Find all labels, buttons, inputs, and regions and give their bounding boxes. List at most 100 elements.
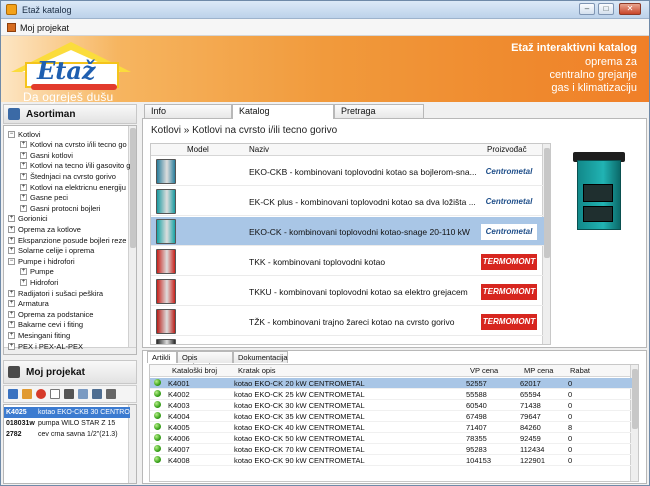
tab-katalog[interactable]: Katalog: [232, 104, 334, 119]
expand-icon[interactable]: +: [8, 225, 15, 233]
tree-item[interactable]: + Hidrofori: [20, 277, 58, 287]
tree-item-label: Mesingani fiting: [18, 330, 71, 340]
tree-item[interactable]: + Ekspanzione posude bojleri reze: [8, 235, 126, 245]
banner-heading: Etaž interaktivni katalog: [511, 42, 637, 54]
product-row[interactable]: EK-CK plus - kombinovani toplovodni kota…: [151, 187, 544, 216]
tree-item[interactable]: + Gasne peci: [20, 193, 68, 203]
expand-icon[interactable]: +: [20, 141, 27, 149]
expand-icon[interactable]: +: [20, 162, 27, 170]
tree-item[interactable]: + Oprema za podstanice: [8, 309, 93, 319]
expand-icon[interactable]: +: [20, 268, 27, 276]
expand-icon[interactable]: +: [8, 300, 15, 308]
tree-item[interactable]: + Štednjaci na cvrsto gorivo: [20, 171, 116, 181]
collapse-icon[interactable]: −: [8, 257, 15, 265]
tree-item[interactable]: + Kotlovi na cvrsto i/ili tecno go: [20, 140, 127, 150]
report-icon[interactable]: [92, 389, 102, 399]
tree-item[interactable]: + Solarne celije i oprema: [8, 246, 94, 256]
tree-item[interactable]: + PEX i PEX-AL-PEX: [8, 341, 83, 351]
article-row[interactable]: K4008 kotao EKO-CK 90 kW CENTROMETAL 10415…: [150, 455, 632, 466]
expand-icon[interactable]: +: [8, 342, 15, 350]
product-row[interactable]: SOLIDA - kombinovani liveni kotaosime: [151, 337, 544, 344]
expand-icon[interactable]: +: [8, 215, 15, 223]
col-rabat[interactable]: Rabat: [570, 366, 590, 375]
col-vp-cena[interactable]: VP cena: [470, 366, 498, 375]
product-row[interactable]: EKO-CK - kombinovani toplovodni kotao-sn…: [151, 217, 544, 246]
save-icon[interactable]: [64, 389, 74, 399]
copy-icon[interactable]: [50, 389, 60, 399]
tree-item[interactable]: + Kotlovi na elektricnu energiju: [20, 182, 126, 192]
close-button[interactable]: ✕: [619, 3, 641, 15]
tree-item[interactable]: + Pumpe: [20, 267, 54, 277]
project-row[interactable]: 2782 cev crna savna 1/2"(21.3): [4, 429, 130, 440]
article-row[interactable]: K4005 kotao EKO-CK 40 kW CENTROMETAL 71407…: [150, 422, 632, 433]
tree-item[interactable]: − Pumpe i hidrofori: [8, 256, 75, 266]
menu-moj-projekat[interactable]: Moj projekat: [7, 21, 69, 34]
product-row[interactable]: EKO-CKB - kombinovani toplovodni kotao s…: [151, 157, 544, 186]
expand-icon[interactable]: +: [20, 172, 27, 180]
product-row[interactable]: TŽK - kombinovani trajno žareci kotao na…: [151, 307, 544, 336]
tab-pretraga[interactable]: Pretraga: [334, 104, 424, 118]
expand-icon[interactable]: +: [8, 236, 15, 244]
tree-item[interactable]: + Armatura: [8, 299, 49, 309]
article-row[interactable]: K4003 kotao EKO-CK 30 kW CENTROMETAL 60540…: [150, 400, 632, 411]
article-row[interactable]: K4006 kotao EKO-CK 50 kW CENTROMETAL 78355…: [150, 433, 632, 444]
article-row[interactable]: K4001 kotao EKO-CK 20 kW CENTROMETAL 52557…: [150, 378, 632, 389]
tree-item[interactable]: + Gorionici: [8, 214, 48, 224]
expand-icon[interactable]: +: [8, 247, 15, 255]
col-naziv[interactable]: Naziv: [249, 145, 269, 154]
tree-item-label: Gasne peci: [30, 193, 68, 203]
tree-item[interactable]: + Gasni protocni bojleri: [20, 203, 100, 213]
col-proizvodjac[interactable]: Proizvođač: [487, 145, 527, 154]
col-kratak-opis[interactable]: Kratak opis: [238, 366, 276, 375]
assortment-tree[interactable]: − Kotlovi + Kotlovi na cvrsto i/ili tecno g…: [3, 125, 137, 355]
col-mp-cena[interactable]: MP cena: [524, 366, 553, 375]
tree-item[interactable]: − Kotlovi: [8, 129, 41, 139]
tree-scroll-thumb[interactable]: [130, 128, 136, 248]
article-desc: kotao EKO-CK 20 kW CENTROMETAL: [234, 379, 365, 388]
delete-icon[interactable]: [36, 389, 46, 399]
product-row[interactable]: TKKU - kombinovani toplovodni kotao sa e…: [151, 277, 544, 306]
tree-item[interactable]: + Bakarne cevi i fiting: [8, 320, 83, 330]
expand-icon[interactable]: +: [8, 310, 15, 318]
expand-icon[interactable]: +: [8, 331, 15, 339]
product-thumbnail: [156, 249, 176, 274]
tree-item[interactable]: + Mesingani fiting: [8, 330, 70, 340]
edit-icon[interactable]: [22, 389, 32, 399]
expand-icon[interactable]: +: [20, 183, 27, 191]
expand-icon[interactable]: +: [8, 289, 15, 297]
expand-icon[interactable]: +: [20, 278, 27, 286]
tab-artikli[interactable]: Artikli: [147, 351, 177, 363]
tree-item[interactable]: + Oprema za kotlove: [8, 224, 81, 234]
expand-icon[interactable]: +: [20, 151, 27, 159]
project-row[interactable]: 018031w pumpa WILO STAR Z 15: [4, 418, 130, 429]
col-model[interactable]: Model: [187, 145, 209, 154]
window-title: Etaž katalog: [22, 5, 72, 15]
new-project-icon[interactable]: [8, 389, 18, 399]
print-icon[interactable]: [106, 389, 116, 399]
collapse-icon[interactable]: −: [8, 130, 15, 138]
project-row[interactable]: K4025 kotao EKO-CKB 30 CENTROMETAL: [4, 407, 130, 418]
tree-item[interactable]: + Kotlovi na tecno i/ili gasovito g: [20, 161, 130, 171]
tree-item[interactable]: + Radijatori i sušaci peškira: [8, 288, 103, 298]
maximize-button[interactable]: □: [598, 3, 614, 15]
product-list[interactable]: Model Naziv Proizvođač EKO-CKB - kombino…: [150, 143, 551, 345]
tab-info[interactable]: Info: [144, 104, 232, 118]
article-row[interactable]: K4004 kotao EKO-CK 35 kW CENTROMETAL 67498…: [150, 411, 632, 422]
tab-opis-proizvoda[interactable]: Opis proizvoda: [177, 351, 233, 371]
expand-icon[interactable]: +: [8, 321, 15, 329]
export-icon[interactable]: [78, 389, 88, 399]
product-scroll-thumb[interactable]: [544, 148, 550, 258]
minimize-button[interactable]: –: [579, 3, 595, 15]
tree-item[interactable]: + Gasni kotlovi: [20, 150, 73, 160]
articles-scroll-thumb[interactable]: [632, 369, 638, 429]
tab-dokumentacija[interactable]: Dokumentacija: [233, 351, 288, 363]
article-mp: 84260: [520, 423, 541, 432]
project-list[interactable]: K4025kotao EKO-CKB 30 CENTROMETAL018031w…: [3, 404, 137, 484]
articles-grid[interactable]: Kataloški broj Kratak opis VP cena MP ce…: [149, 364, 639, 482]
expand-icon[interactable]: +: [20, 204, 27, 212]
product-row[interactable]: TKK - kombinovani toplovodni kotao TERMOM…: [151, 247, 544, 276]
article-row[interactable]: K4002 kotao EKO-CK 25 kW CENTROMETAL 55588…: [150, 389, 632, 400]
article-row[interactable]: K4007 kotao EKO-CK 70 kW CENTROMETAL 95283…: [150, 444, 632, 455]
col-kataloski-broj[interactable]: Kataloški broj: [172, 366, 217, 375]
expand-icon[interactable]: +: [20, 194, 27, 202]
